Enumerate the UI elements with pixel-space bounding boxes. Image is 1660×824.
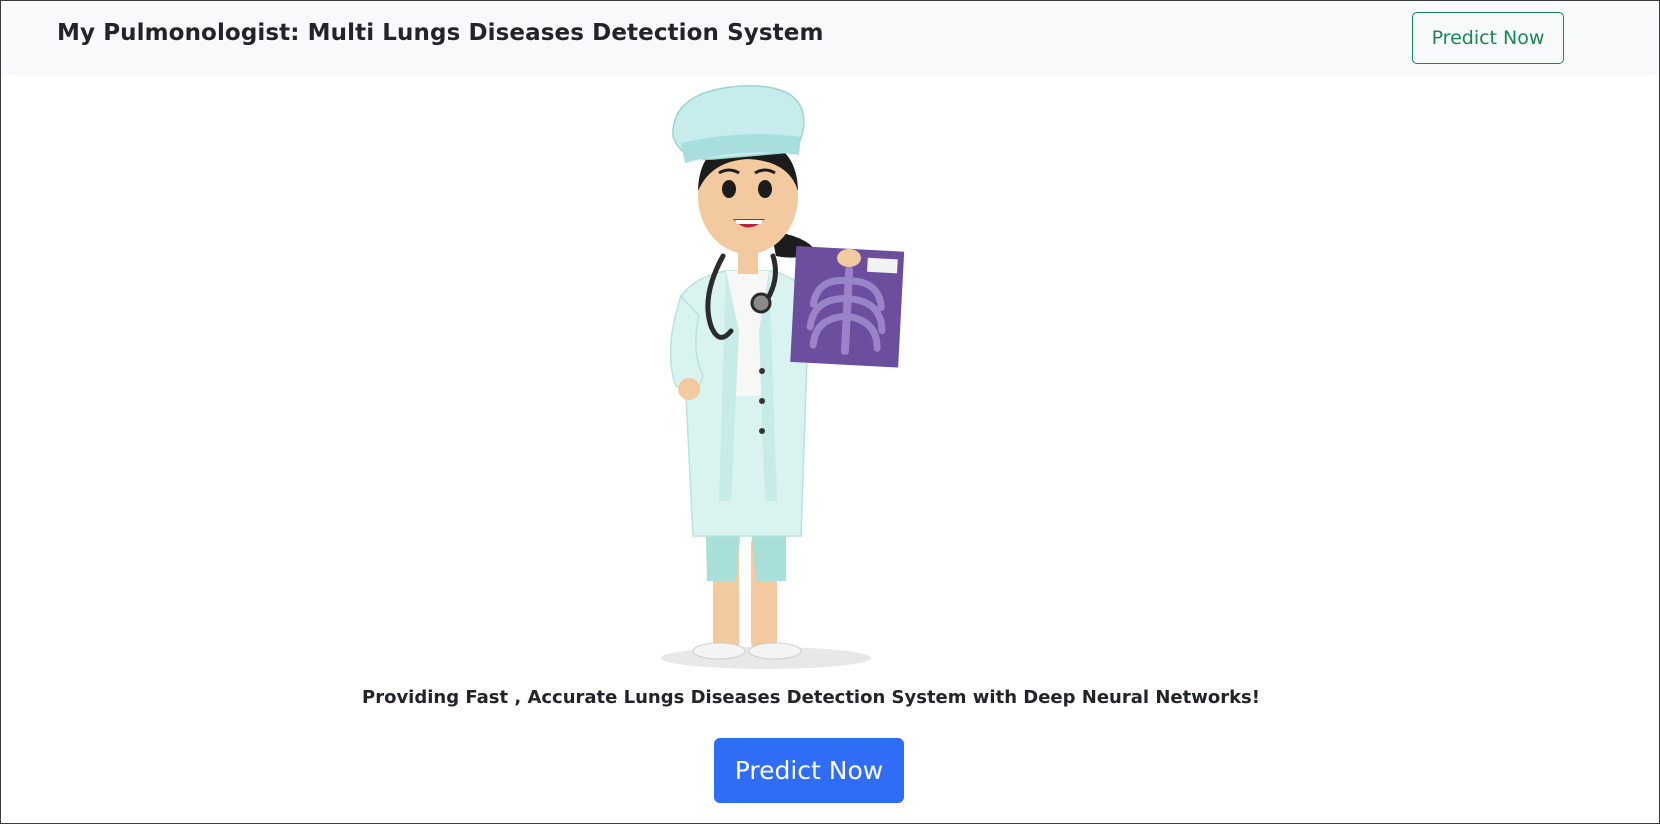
left-shoe xyxy=(692,642,746,660)
right-hand xyxy=(837,249,861,267)
left-hand xyxy=(678,378,700,400)
right-eye xyxy=(758,180,772,198)
navbar: My Pulmonologist: Multi Lungs Diseases D… xyxy=(1,1,1659,75)
coat-button xyxy=(759,368,765,374)
left-eye xyxy=(722,180,736,198)
navbar-predict-now-button[interactable]: Predict Now xyxy=(1412,12,1564,64)
navbar-brand[interactable]: My Pulmonologist: Multi Lungs Diseases D… xyxy=(57,20,824,46)
doctor-illustration xyxy=(661,85,905,669)
stethoscope-chestpiece xyxy=(750,292,772,314)
predict-now-button[interactable]: Predict Now xyxy=(714,738,904,803)
coat-button xyxy=(759,428,765,434)
xray-label xyxy=(867,257,898,274)
teeth xyxy=(735,220,763,224)
tagline: Providing Fast , Accurate Lungs Diseases… xyxy=(362,687,1260,708)
page-frame: My Pulmonologist: Multi Lungs Diseases D… xyxy=(0,0,1660,824)
right-shoe xyxy=(748,642,802,660)
coat-button xyxy=(759,398,765,404)
